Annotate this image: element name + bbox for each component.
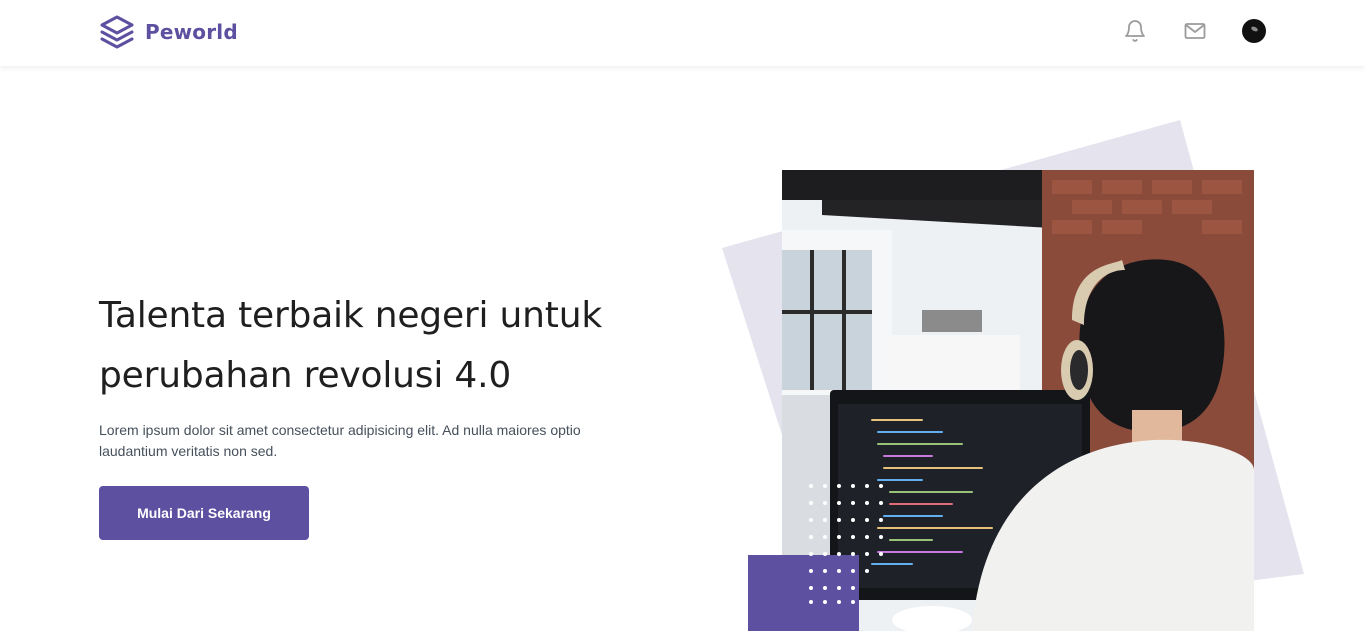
navbar: Peworld [0,0,1365,66]
avatar[interactable] [1242,19,1266,43]
hero-title-line2: perubahan revolusi 4.0 [99,355,512,396]
nav-actions [1122,18,1266,44]
layers-logo-icon [100,15,134,49]
bell-icon[interactable] [1122,18,1148,44]
hero-title-line1: Talenta terbaik negeri untuk [99,295,602,336]
hero-title: Talenta terbaik negeri untuk perubahan r… [99,286,659,406]
hero-section: Talenta terbaik negeri untuk perubahan r… [99,286,659,540]
hero-description: Lorem ipsum dolor sit amet consectetur a… [99,422,581,459]
mail-icon[interactable] [1182,18,1208,44]
brand-name: Peworld [145,20,238,44]
brand-link[interactable]: Peworld [99,14,238,50]
dot-pattern [809,484,883,604]
cta-button[interactable]: Mulai Dari Sekarang [99,486,309,540]
hero-visual [700,110,1365,631]
